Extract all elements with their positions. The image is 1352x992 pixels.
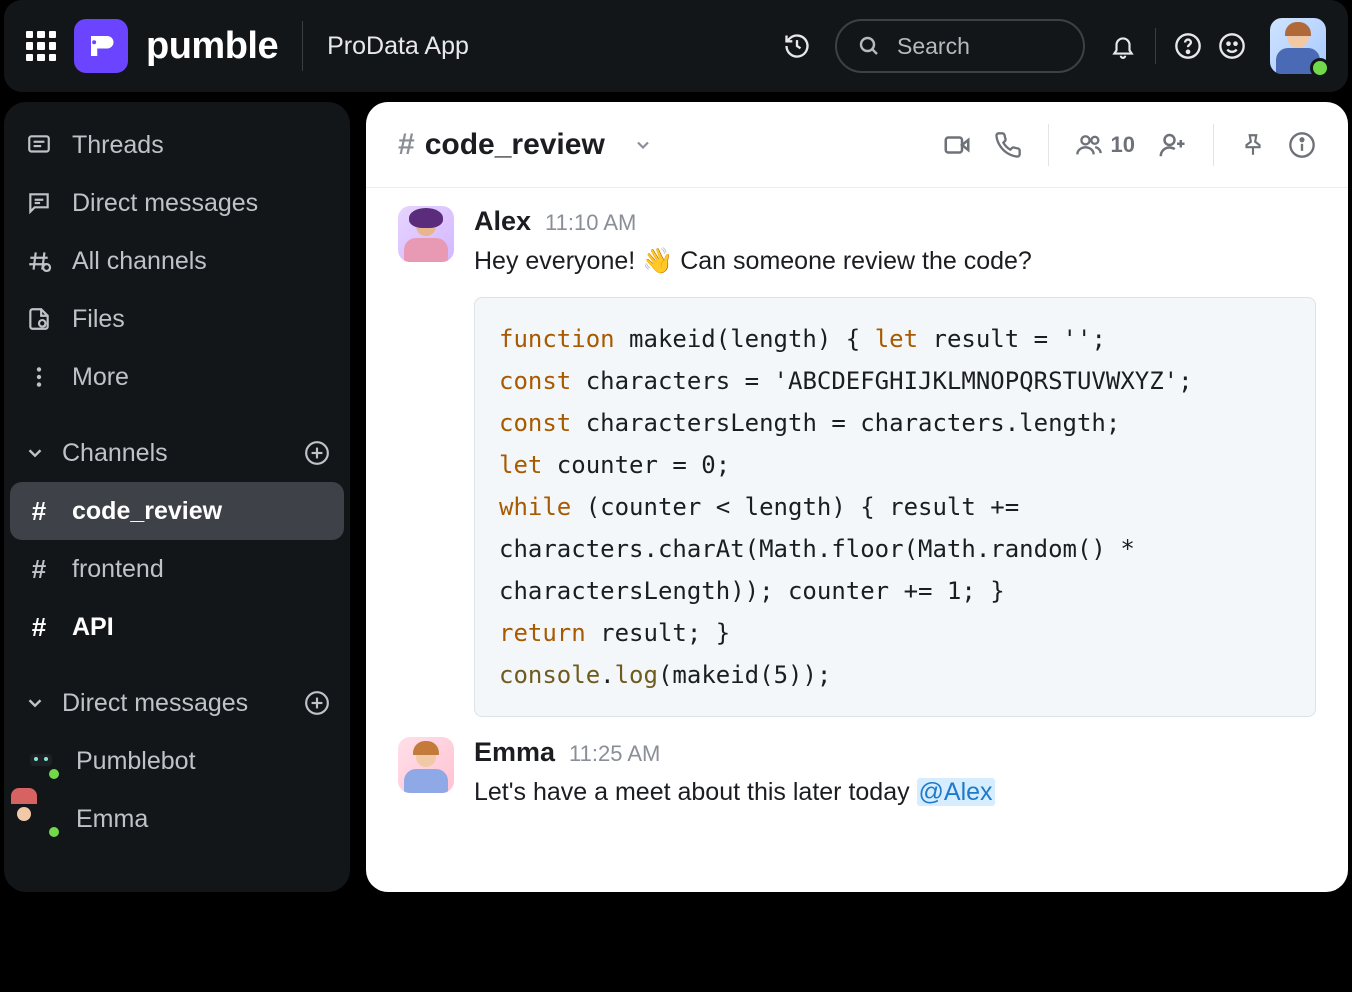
sidebar-channel-frontend[interactable]: # frontend (10, 540, 344, 598)
dm-name: Pumblebot (76, 747, 196, 776)
members-button[interactable]: 10 (1075, 131, 1135, 159)
search-input[interactable]: Search (835, 19, 1085, 73)
add-dm-icon[interactable] (304, 690, 330, 716)
all-channels-icon (24, 248, 54, 274)
hash-icon: # (398, 128, 415, 162)
app-header: pumble ProData App Search (4, 0, 1348, 92)
wave-emoji-icon: 👋 (642, 247, 673, 275)
channel-name: frontend (72, 555, 164, 584)
sidebar-item-more[interactable]: More (10, 348, 344, 406)
main-panel: # code_review 10 (366, 102, 1348, 892)
channel-header: # code_review 10 (366, 102, 1348, 188)
sidebar-dm-pumblebot[interactable]: Pumblebot (10, 732, 344, 790)
presence-online-icon (47, 767, 61, 781)
section-label: Direct messages (62, 689, 248, 718)
presence-online-icon (47, 825, 61, 839)
chevron-down-icon[interactable] (633, 135, 653, 155)
video-call-icon[interactable] (942, 130, 972, 160)
mention[interactable]: @Alex (917, 778, 995, 806)
search-icon (857, 34, 881, 58)
search-placeholder: Search (897, 33, 970, 60)
sidebar-channel-api[interactable]: # API (10, 598, 344, 656)
presence-online-icon (1310, 58, 1330, 78)
message-author[interactable]: Emma (474, 737, 555, 768)
sidebar-item-all-channels[interactable]: All channels (10, 232, 344, 290)
user-avatar-icon[interactable] (398, 206, 454, 262)
pin-icon[interactable] (1240, 132, 1266, 158)
message-author[interactable]: Alex (474, 206, 531, 237)
apps-grid-icon[interactable] (26, 31, 56, 61)
member-count: 10 (1111, 132, 1135, 158)
audio-call-icon[interactable] (994, 131, 1022, 159)
header-actions (1103, 18, 1326, 74)
divider (302, 21, 303, 71)
channel-name: code_review (425, 128, 605, 162)
threads-icon (24, 132, 54, 158)
dm-icon (24, 190, 54, 216)
message-time: 11:10 AM (545, 210, 636, 236)
chevron-down-icon (24, 692, 46, 714)
channel-title[interactable]: # code_review (398, 128, 653, 162)
user-avatar-icon[interactable] (398, 737, 454, 793)
channel-tools: 10 (942, 124, 1316, 166)
emoji-icon[interactable] (1212, 26, 1252, 66)
channel-name: code_review (72, 497, 222, 526)
add-channel-icon[interactable] (304, 440, 330, 466)
message: Alex 11:10 AM Hey everyone! 👋 Can someon… (398, 206, 1316, 717)
message: Emma 11:25 AM Let's have a meet about th… (398, 737, 1316, 810)
message-time: 11:25 AM (569, 741, 660, 767)
sidebar-item-label: Files (72, 305, 125, 334)
message-text: Hey everyone! 👋 Can someone review the c… (474, 243, 1316, 279)
channels-section-header[interactable]: Channels (10, 424, 344, 482)
sidebar: Threads Direct messages All channels Fil… (4, 102, 350, 892)
chevron-down-icon (24, 442, 46, 464)
sidebar-channel-code-review[interactable]: # code_review (10, 482, 344, 540)
history-icon[interactable] (777, 26, 817, 66)
sidebar-item-label: All channels (72, 247, 207, 276)
hash-icon: # (24, 496, 54, 527)
info-icon[interactable] (1288, 131, 1316, 159)
dms-section-header[interactable]: Direct messages (10, 674, 344, 732)
channel-name: API (72, 613, 114, 642)
profile-avatar[interactable] (1270, 18, 1326, 74)
more-icon (24, 364, 54, 390)
sidebar-item-direct-messages[interactable]: Direct messages (10, 174, 344, 232)
hash-icon: # (24, 554, 54, 585)
sidebar-item-label: More (72, 363, 129, 392)
add-member-icon[interactable] (1157, 130, 1187, 160)
sidebar-item-threads[interactable]: Threads (10, 116, 344, 174)
message-text: Let's have a meet about this later today… (474, 774, 1316, 810)
workspace-name[interactable]: ProData App (327, 32, 469, 61)
hash-icon: # (24, 612, 54, 643)
sidebar-dm-emma[interactable]: Emma (10, 790, 344, 848)
files-icon (24, 306, 54, 332)
message-list: Alex 11:10 AM Hey everyone! 👋 Can someon… (366, 188, 1348, 849)
brand-name: pumble (146, 25, 278, 68)
sidebar-item-label: Direct messages (72, 189, 258, 218)
sidebar-item-label: Threads (72, 131, 164, 160)
dm-name: Emma (76, 805, 148, 834)
brand-logo-icon[interactable] (74, 19, 128, 73)
section-label: Channels (62, 439, 168, 468)
code-block[interactable]: function makeid(length) { let result = '… (474, 297, 1316, 717)
notifications-icon[interactable] (1103, 26, 1143, 66)
sidebar-item-files[interactable]: Files (10, 290, 344, 348)
help-icon[interactable] (1168, 26, 1208, 66)
